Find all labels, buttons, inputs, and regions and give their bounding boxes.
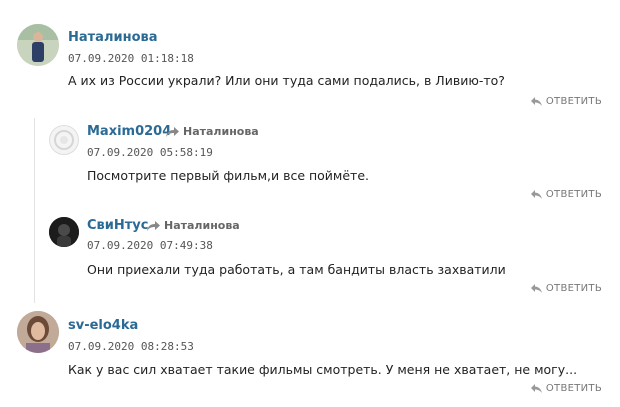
reply-icon: [530, 284, 542, 293]
comment-text: Посмотрите первый фильм,и все поймёте.: [87, 168, 369, 183]
comment-text: Они приехали туда работать, а там бандит…: [87, 262, 506, 277]
reply-button[interactable]: ОТВЕТИТЬ: [530, 189, 602, 200]
comment: Maxim0204 Наталинова 07.09.2020 05:58:19…: [0, 118, 620, 210]
comment: СвиНтус Наталинова 07.09.2020 07:49:38 О…: [0, 210, 620, 302]
avatar[interactable]: [17, 24, 59, 66]
reply-label: ОТВЕТИТЬ: [545, 189, 602, 200]
reply-icon: [530, 190, 542, 199]
reply-icon: [530, 384, 542, 393]
reply-to: Наталинова: [147, 219, 240, 232]
author-name[interactable]: Maxim0204: [87, 124, 171, 139]
comment-date: 07.09.2020 07:49:38: [87, 239, 213, 252]
comment-date: 07.09.2020 08:28:53: [68, 340, 194, 353]
author-name[interactable]: СвиНтус: [87, 218, 148, 233]
comment: Наталинова 07.09.2020 01:18:18 А их из Р…: [0, 0, 620, 118]
comment-text: Как у вас сил хватает такие фильмы смотр…: [68, 362, 578, 377]
reply-button[interactable]: ОТВЕТИТЬ: [530, 96, 602, 107]
comment-text: А их из России украли? Или они туда сами…: [68, 73, 505, 88]
author-name[interactable]: sv-elo4ka: [68, 318, 138, 333]
comment: sv-elo4ka 07.09.2020 08:28:53 Как у вас …: [0, 302, 620, 407]
reply-to: Наталинова: [166, 125, 259, 138]
comment-date: 07.09.2020 01:18:18: [68, 52, 194, 65]
reply-label: ОТВЕТИТЬ: [545, 383, 602, 394]
reply-label: ОТВЕТИТЬ: [545, 283, 602, 294]
avatar[interactable]: [17, 311, 59, 353]
reply-button[interactable]: ОТВЕТИТЬ: [530, 383, 602, 394]
reply-icon: [530, 97, 542, 106]
share-arrow-icon: [147, 220, 160, 231]
avatar[interactable]: [49, 217, 79, 247]
reply-label: ОТВЕТИТЬ: [545, 96, 602, 107]
share-arrow-icon: [166, 126, 179, 137]
comment-date: 07.09.2020 05:58:19: [87, 146, 213, 159]
avatar[interactable]: [49, 125, 79, 155]
author-name[interactable]: Наталинова: [68, 30, 158, 45]
reply-button[interactable]: ОТВЕТИТЬ: [530, 283, 602, 294]
